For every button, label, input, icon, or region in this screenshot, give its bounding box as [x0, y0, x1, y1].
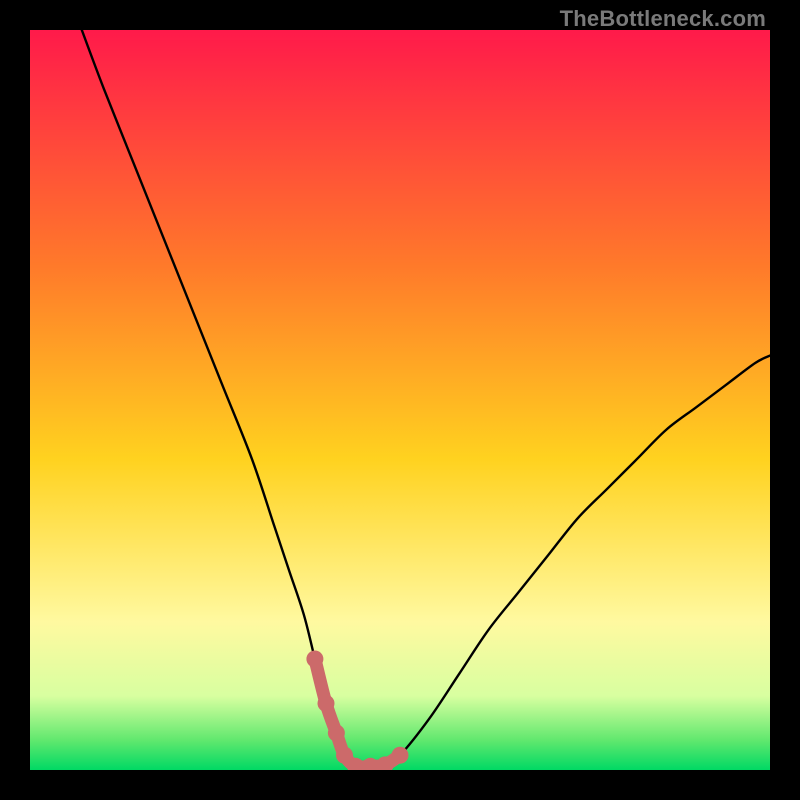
marker-dot — [306, 651, 323, 668]
plot-area — [30, 30, 770, 770]
watermark-text: TheBottleneck.com — [560, 6, 766, 32]
marker-dot — [392, 747, 409, 764]
gradient-background — [30, 30, 770, 770]
chart-svg — [30, 30, 770, 770]
outer-frame: TheBottleneck.com — [0, 0, 800, 800]
marker-dot — [328, 725, 345, 742]
marker-dot — [318, 695, 335, 712]
